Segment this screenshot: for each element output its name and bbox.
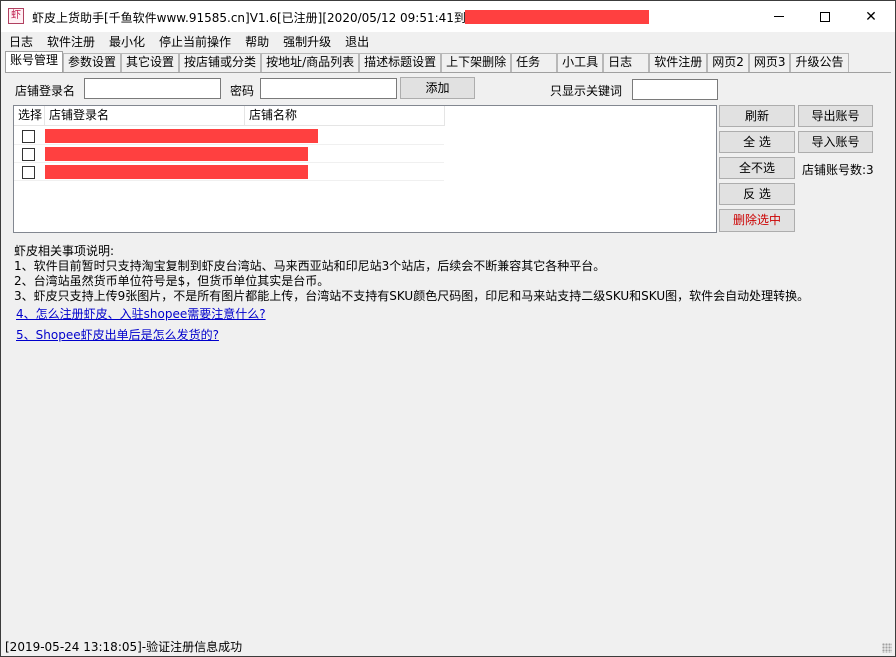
invert-selection-button[interactable]: 反 选 <box>719 183 795 205</box>
export-accounts-button[interactable]: 导出账号 <box>798 105 873 127</box>
window-title: 虾皮上货助手[千鱼软件www.91585.cn]V1.6[已注册][2020/0… <box>32 11 487 25</box>
table-header: 选择 店铺登录名 店铺名称 <box>14 106 445 126</box>
tab-account[interactable]: 账号管理 <box>5 51 64 72</box>
menu-log[interactable]: 日志 <box>9 32 33 52</box>
redacted-block <box>465 10 649 24</box>
password-label: 密码 <box>230 84 255 98</box>
tab-web2[interactable]: 网页2 <box>707 53 749 72</box>
app-icon: 虾 <box>8 8 24 24</box>
tab-other-settings[interactable]: 其它设置 <box>121 53 180 72</box>
refresh-button[interactable]: 刷新 <box>719 105 795 127</box>
menu-bar: 日志 软件注册 最小化 停止当前操作 帮助 强制升级 退出 <box>1 32 895 52</box>
tab-web3[interactable]: 网页3 <box>748 53 791 72</box>
note-line-1: 1、软件目前暂时只支持淘宝复制到虾皮台湾站、马来西亚站和印尼站3个站店，后续会不… <box>14 259 606 273</box>
title-bar: 虾 虾皮上货助手[千鱼软件www.91585.cn]V1.6[已注册][2020… <box>1 1 895 32</box>
add-button[interactable]: 添加 <box>400 77 475 99</box>
tab-upgrade-notice[interactable]: 升级公告 <box>790 53 849 72</box>
redacted-block <box>45 129 318 143</box>
store-table: 选择 店铺登录名 店铺名称 <box>13 105 717 233</box>
tab-listing[interactable]: 上下架删除 <box>441 53 512 72</box>
resize-grip-icon[interactable] <box>882 643 892 653</box>
maximize-button[interactable] <box>802 1 848 32</box>
row-checkbox[interactable] <box>22 148 35 161</box>
redacted-block <box>45 147 308 161</box>
deselect-all-button[interactable]: 全不选 <box>719 157 795 179</box>
column-store-login[interactable]: 店铺登录名 <box>45 106 245 126</box>
note-line-3: 3、虾皮只支持上传9张图片，不是所有图片都能上传，台湾站不支持有SKU颜色尺码图… <box>14 289 810 303</box>
tab-panel-border <box>5 72 891 73</box>
row-checkbox[interactable] <box>22 166 35 179</box>
close-icon: ✕ <box>865 8 877 25</box>
store-count-label: 店铺账号数:3 <box>802 163 874 177</box>
menu-minimize[interactable]: 最小化 <box>109 32 145 52</box>
tab-by-address[interactable]: 按地址/商品列表 <box>261 53 360 72</box>
menu-exit[interactable]: 退出 <box>345 32 369 52</box>
keyword-filter-label: 只显示关键词 <box>550 84 623 98</box>
minimize-button[interactable] <box>756 1 802 32</box>
register-shopee-link[interactable]: 4、怎么注册虾皮、入驻shopee需要注意什么? <box>16 305 266 322</box>
menu-force-upgrade[interactable]: 强制升级 <box>283 32 331 52</box>
import-accounts-button[interactable]: 导入账号 <box>798 131 873 153</box>
menu-register[interactable]: 软件注册 <box>47 32 95 52</box>
notes-section: 虾皮相关事项说明: 1、软件目前暂时只支持淘宝复制到虾皮台湾站、马来西亚站和印尼… <box>14 244 809 304</box>
note-line-2: 2、台湾站虽然货币单位符号是$，但货币单位其实是台币。 <box>14 274 330 288</box>
notes-heading: 虾皮相关事项说明: <box>14 244 115 258</box>
tab-tools[interactable]: 小工具 <box>557 53 604 72</box>
row-checkbox[interactable] <box>22 130 35 143</box>
select-all-button[interactable]: 全 选 <box>719 131 795 153</box>
shopee-shipping-link[interactable]: 5、Shopee虾皮出单后是怎么发货的? <box>16 326 219 343</box>
column-store-name[interactable]: 店铺名称 <box>245 106 445 126</box>
store-login-label: 店铺登录名 <box>15 84 76 98</box>
password-input[interactable] <box>260 78 397 99</box>
menu-help[interactable]: 帮助 <box>245 32 269 52</box>
maximize-icon <box>820 11 830 22</box>
store-login-input[interactable] <box>84 78 221 99</box>
tab-register[interactable]: 软件注册 <box>649 53 708 72</box>
delete-selected-button[interactable]: 删除选中 <box>719 209 795 232</box>
redacted-block <box>45 165 308 179</box>
minimize-icon <box>774 16 784 17</box>
close-button[interactable]: ✕ <box>848 1 894 32</box>
table-row[interactable] <box>14 127 444 145</box>
table-row[interactable] <box>14 145 444 163</box>
tab-desc-title[interactable]: 描述标题设置 <box>359 53 442 72</box>
keyword-filter-input[interactable] <box>632 79 718 100</box>
column-select[interactable]: 选择 <box>14 106 45 126</box>
tab-params[interactable]: 参数设置 <box>63 53 122 72</box>
table-row[interactable] <box>14 163 444 181</box>
tab-tasks[interactable]: 任务 <box>511 53 558 72</box>
tab-log[interactable]: 日志 <box>603 53 650 72</box>
status-bar: [2019-05-24 13:18:05]-验证注册信息成功 <box>5 640 243 654</box>
tab-by-store[interactable]: 按店铺或分类 <box>179 53 262 72</box>
menu-stop[interactable]: 停止当前操作 <box>159 32 231 52</box>
tab-strip: 账号管理 参数设置 其它设置 按店铺或分类 按地址/商品列表 描述标题设置 上下… <box>5 51 849 72</box>
